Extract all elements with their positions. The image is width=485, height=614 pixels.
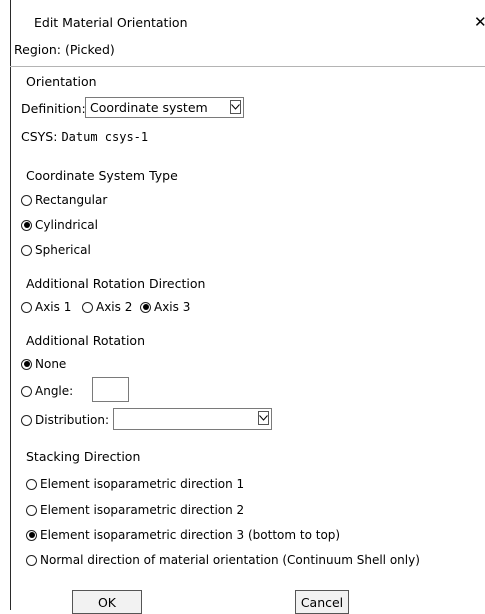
chevron-down-icon <box>258 411 269 425</box>
radio-label: Element isoparametric direction 2 <box>40 503 245 517</box>
radio-circle <box>21 244 32 256</box>
ok-button[interactable]: OK <box>72 590 142 614</box>
radio-axis-3[interactable]: Axis 3 <box>140 300 190 314</box>
orientation-heading: Orientation <box>26 74 97 89</box>
csys-row: CSYS: Datum csys-1 <box>21 129 148 144</box>
radio-stacking-dir-2[interactable]: Element isoparametric direction 2 <box>26 503 244 517</box>
radio-circle <box>21 414 32 426</box>
radio-label: Spherical <box>35 243 91 257</box>
radio-spherical[interactable]: Spherical <box>21 243 91 257</box>
radio-none[interactable]: None <box>21 357 66 371</box>
radio-circle <box>26 529 37 541</box>
radio-circle <box>21 358 32 370</box>
radio-label: Axis 3 <box>154 300 191 314</box>
definition-select-value: Coordinate system <box>90 100 208 115</box>
distribution-select[interactable] <box>113 408 272 430</box>
radio-circle <box>21 385 32 397</box>
close-icon[interactable]: ✕ <box>474 13 485 31</box>
definition-label: Definition: <box>21 101 86 116</box>
radio-cylindrical[interactable]: Cylindrical <box>21 218 98 232</box>
radio-label: Distribution: <box>35 413 110 427</box>
radio-stacking-dir-1[interactable]: Element isoparametric direction 1 <box>26 477 244 491</box>
radio-label: Cylindrical <box>35 218 98 232</box>
dialog-left-border <box>10 0 11 610</box>
chevron-down-icon <box>230 100 241 114</box>
csys-value: Datum csys-1 <box>61 130 149 144</box>
radio-stacking-dir-3[interactable]: Element isoparametric direction 3 (botto… <box>26 528 340 542</box>
region-row: Region: (Picked) <box>14 42 115 57</box>
coord-type-heading: Coordinate System Type <box>26 168 178 183</box>
radio-label: Axis 1 <box>35 300 72 314</box>
radio-label: Normal direction of material orientation… <box>40 553 420 567</box>
radio-angle[interactable]: Angle: <box>21 384 73 398</box>
radio-circle <box>21 219 32 231</box>
radio-label: Element isoparametric direction 3 (botto… <box>40 528 341 542</box>
radio-distribution[interactable]: Distribution: <box>21 413 109 427</box>
region-divider <box>10 66 485 67</box>
region-value: (Picked) <box>65 42 115 57</box>
csys-label: CSYS: <box>21 129 58 144</box>
radio-label: Element isoparametric direction 1 <box>40 477 245 491</box>
radio-label: Angle: <box>35 384 74 398</box>
angle-input[interactable] <box>92 377 129 402</box>
radio-axis-2[interactable]: Axis 2 <box>82 300 132 314</box>
dialog-title: Edit Material Orientation <box>34 15 188 30</box>
radio-axis-1[interactable]: Axis 1 <box>21 300 71 314</box>
radio-circle <box>140 301 151 313</box>
stacking-heading: Stacking Direction <box>26 449 141 464</box>
radio-circle <box>26 504 37 516</box>
radio-label: Axis 2 <box>96 300 133 314</box>
radio-label: Rectangular <box>35 193 108 207</box>
radio-circle <box>82 301 93 313</box>
additional-rotation-heading: Additional Rotation <box>26 333 146 348</box>
region-label: Region: <box>14 42 62 57</box>
radio-circle <box>26 478 37 490</box>
radio-rectangular[interactable]: Rectangular <box>21 193 107 207</box>
radio-stacking-normal[interactable]: Normal direction of material orientation… <box>26 553 420 567</box>
cancel-button[interactable]: Cancel <box>295 590 349 614</box>
radio-circle <box>26 554 37 566</box>
definition-select[interactable]: Coordinate system <box>85 97 244 118</box>
radio-label: None <box>35 357 67 371</box>
rotation-direction-heading: Additional Rotation Direction <box>26 276 206 291</box>
radio-circle <box>21 194 32 206</box>
radio-circle <box>21 301 32 313</box>
